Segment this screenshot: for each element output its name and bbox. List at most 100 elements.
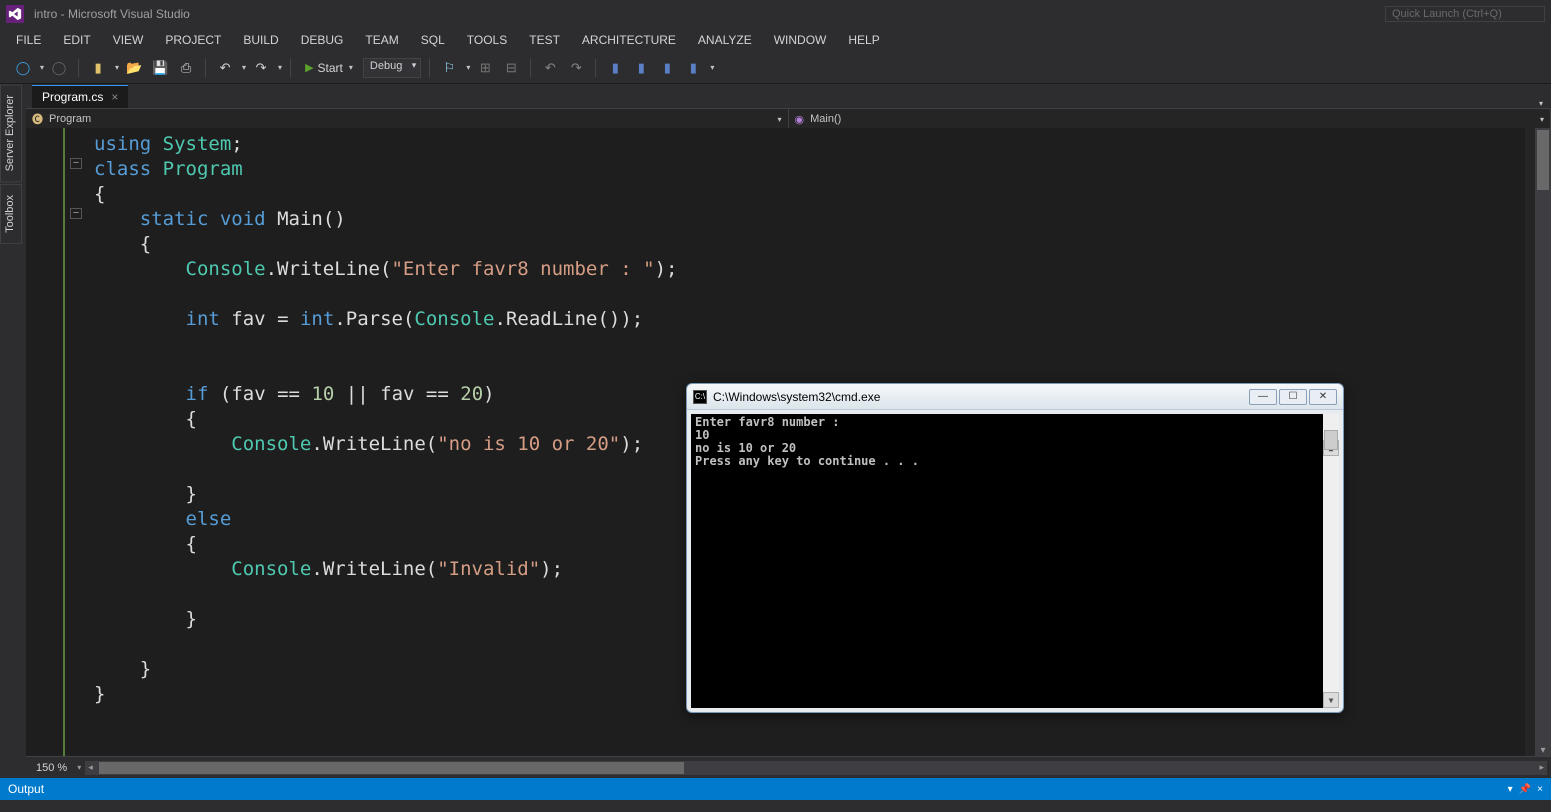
fold-icon[interactable]: − xyxy=(70,158,82,169)
dropdown-arrow-icon[interactable]: ▾ xyxy=(1508,784,1513,795)
console-title: C:\Windows\system32\cmd.exe xyxy=(713,390,1243,404)
menu-build[interactable]: BUILD xyxy=(233,30,288,50)
scroll-down-icon[interactable]: ▼ xyxy=(1323,692,1339,708)
menu-bar: FILE EDIT VIEW PROJECT BUILD DEBUG TEAM … xyxy=(0,28,1551,52)
separator xyxy=(530,59,531,77)
side-tabs: Server Explorer Toolbox xyxy=(0,84,22,244)
menu-debug[interactable]: DEBUG xyxy=(291,30,354,50)
scroll-thumb[interactable] xyxy=(99,762,684,774)
separator xyxy=(205,59,206,77)
dropdown-arrow-icon[interactable]: ▾ xyxy=(40,63,44,72)
tool-icon[interactable]: ⚐ xyxy=(438,57,460,79)
scroll-thumb[interactable] xyxy=(1537,130,1549,190)
dropdown-arrow-icon: ▾ xyxy=(349,63,353,72)
method-icon: ◉ xyxy=(795,113,805,126)
title-bar: intro - Microsoft Visual Studio Quick La… xyxy=(0,0,1551,28)
save-all-button[interactable]: ⎙ xyxy=(175,57,197,79)
open-file-button[interactable]: 📂 xyxy=(123,57,145,79)
tool-icon[interactable]: ↶ xyxy=(539,57,561,79)
console-output[interactable]: Enter favr8 number : 10 no is 10 or 20 P… xyxy=(691,414,1339,708)
separator xyxy=(78,59,79,77)
method-name: Main() xyxy=(810,113,841,125)
start-label: Start xyxy=(318,61,343,75)
close-icon[interactable]: × xyxy=(111,90,118,104)
dropdown-arrow-icon[interactable]: ▾ xyxy=(466,63,470,72)
nav-bar: 🅒 Program ▾ ◉ Main() ▾ xyxy=(26,108,1551,130)
pin-icon[interactable]: 📌 xyxy=(1519,784,1531,795)
window-title: intro - Microsoft Visual Studio xyxy=(34,7,190,21)
separator xyxy=(429,59,430,77)
dropdown-arrow-icon[interactable]: ▾ xyxy=(77,763,81,772)
minimize-button[interactable]: — xyxy=(1249,389,1277,405)
dropdown-arrow-icon[interactable]: ▾ xyxy=(710,63,714,72)
menu-view[interactable]: VIEW xyxy=(103,30,154,50)
scroll-down-icon[interactable]: ▾ xyxy=(1535,745,1551,756)
close-button[interactable]: ✕ xyxy=(1309,389,1337,405)
scroll-thumb[interactable] xyxy=(1324,430,1338,450)
console-scrollbar[interactable]: ▲ ▼ xyxy=(1323,414,1339,708)
dropdown-arrow-icon[interactable]: ▾ xyxy=(115,63,119,72)
zoom-bar: 150 % ▾ ◂ ▸ xyxy=(26,756,1551,778)
scroll-right-icon[interactable]: ▸ xyxy=(1536,761,1547,774)
console-window[interactable]: C:\ C:\Windows\system32\cmd.exe — ☐ ✕ En… xyxy=(686,383,1344,713)
bookmark-icon[interactable]: ▮ xyxy=(604,57,626,79)
dropdown-arrow-icon: ▾ xyxy=(777,115,781,124)
vs-logo-icon xyxy=(6,5,24,23)
dropdown-arrow-icon[interactable]: ▾ xyxy=(278,63,282,72)
maximize-button[interactable]: ☐ xyxy=(1279,389,1307,405)
menu-sql[interactable]: SQL xyxy=(411,30,455,50)
output-title: Output xyxy=(8,782,44,796)
menu-architecture[interactable]: ARCHITECTURE xyxy=(572,30,686,50)
uncomment-button[interactable]: ⊟ xyxy=(500,57,522,79)
comment-button[interactable]: ⊞ xyxy=(474,57,496,79)
play-icon: ▶ xyxy=(305,61,313,74)
redo-button[interactable]: ↷ xyxy=(250,57,272,79)
method-dropdown[interactable]: ◉ Main() ▾ xyxy=(789,109,1551,129)
close-icon[interactable]: × xyxy=(1537,784,1543,795)
menu-edit[interactable]: EDIT xyxy=(53,30,100,50)
dropdown-arrow-icon[interactable]: ▾ xyxy=(1539,99,1543,108)
toolbox-tab[interactable]: Toolbox xyxy=(0,184,22,244)
menu-team[interactable]: TEAM xyxy=(355,30,408,50)
quick-launch-input[interactable]: Quick Launch (Ctrl+Q) xyxy=(1385,6,1545,22)
config-select[interactable]: Debug xyxy=(363,58,421,78)
undo-button[interactable]: ↶ xyxy=(214,57,236,79)
nav-forward-button[interactable]: ◯ xyxy=(48,57,70,79)
menu-file[interactable]: FILE xyxy=(6,30,51,50)
bookmark-icon[interactable]: ▮ xyxy=(630,57,652,79)
horizontal-scrollbar[interactable]: ◂ ▸ xyxy=(85,761,1547,775)
bookmark-icon[interactable]: ▮ xyxy=(656,57,678,79)
toolbar: ◯ ▾ ◯ ▮ ▾ 📂 💾 ⎙ ↶ ▾ ↷ ▾ ▶ Start ▾ Debug … xyxy=(0,52,1551,84)
overview-ruler xyxy=(1525,128,1535,756)
dropdown-arrow-icon: ▾ xyxy=(1540,115,1544,124)
separator xyxy=(290,59,291,77)
zoom-level[interactable]: 150 % xyxy=(30,762,73,774)
console-titlebar[interactable]: C:\ C:\Windows\system32\cmd.exe — ☐ ✕ xyxy=(687,384,1343,410)
editor-gutter: − − xyxy=(26,128,70,756)
nav-back-button[interactable]: ◯ xyxy=(12,57,34,79)
class-name: Program xyxy=(49,113,91,125)
menu-project[interactable]: PROJECT xyxy=(155,30,231,50)
save-button[interactable]: 💾 xyxy=(149,57,171,79)
dropdown-arrow-icon[interactable]: ▾ xyxy=(242,63,246,72)
menu-analyze[interactable]: ANALYZE xyxy=(688,30,762,50)
vertical-scrollbar[interactable]: ▴ ▾ xyxy=(1535,128,1551,756)
start-button[interactable]: ▶ Start ▾ xyxy=(299,59,359,77)
bookmark-icon[interactable]: ▮ xyxy=(682,57,704,79)
new-project-button[interactable]: ▮ xyxy=(87,57,109,79)
menu-help[interactable]: HELP xyxy=(838,30,889,50)
server-explorer-tab[interactable]: Server Explorer xyxy=(0,84,22,182)
scroll-left-icon[interactable]: ◂ xyxy=(85,761,96,774)
tool-icon[interactable]: ↷ xyxy=(565,57,587,79)
document-tab-active[interactable]: Program.cs × xyxy=(32,85,128,108)
menu-window[interactable]: WINDOW xyxy=(764,30,837,50)
status-bar xyxy=(0,800,1551,812)
tab-label: Program.cs xyxy=(42,90,103,104)
separator xyxy=(595,59,596,77)
fold-icon[interactable]: − xyxy=(70,208,82,219)
cmd-icon: C:\ xyxy=(693,390,707,404)
menu-test[interactable]: TEST xyxy=(519,30,570,50)
output-panel-header[interactable]: Output ▾ 📌 × xyxy=(0,778,1551,800)
class-dropdown[interactable]: 🅒 Program ▾ xyxy=(26,109,789,129)
menu-tools[interactable]: TOOLS xyxy=(457,30,517,50)
